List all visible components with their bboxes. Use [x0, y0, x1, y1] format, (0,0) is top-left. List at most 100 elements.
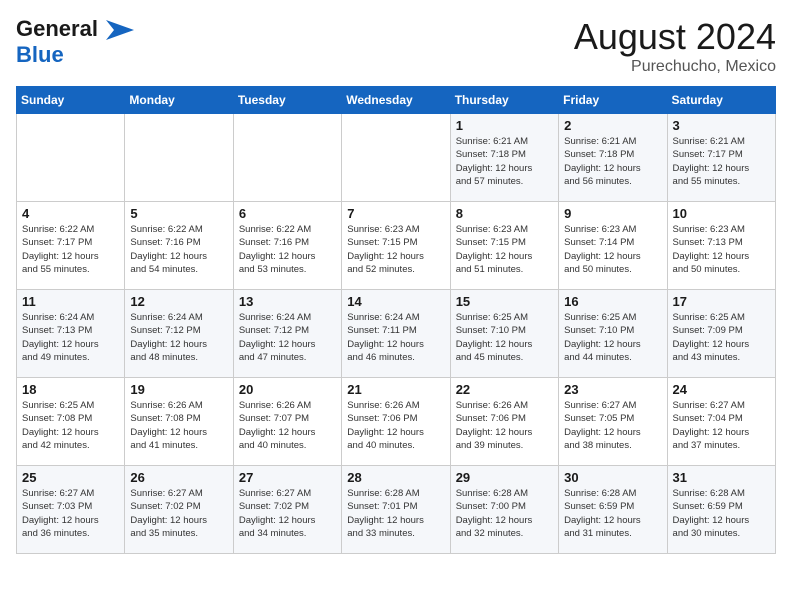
logo-arrow-icon: [106, 20, 134, 40]
calendar-cell: 28Sunrise: 6:28 AMSunset: 7:01 PMDayligh…: [342, 466, 450, 554]
day-number: 26: [130, 470, 227, 485]
calendar-cell: 10 Sunrise: 6:23 AMSunset: 7:13 PMDayligh…: [667, 202, 775, 290]
calendar-cell: 5 Sunrise: 6:22 AMSunset: 7:16 PMDaylight…: [125, 202, 233, 290]
day-number: 11: [22, 294, 119, 309]
day-detail: Sunrise: 6:25 AMSunset: 7:10 PMDaylight:…: [564, 311, 661, 364]
day-number: 7: [347, 206, 444, 221]
calendar-cell: 6Sunrise: 6:22 AMSunset: 7:16 PMDaylight…: [233, 202, 341, 290]
weekday-header-cell: Sunday: [17, 87, 125, 114]
calendar-cell: 11 Sunrise: 6:24 AMSunset: 7:13 PMDayligh…: [17, 290, 125, 378]
calendar-cell: 26 Sunrise: 6:27 AMSunset: 7:02 PMDayligh…: [125, 466, 233, 554]
day-number: 17: [673, 294, 770, 309]
day-detail: Sunrise: 6:24 AMSunset: 7:12 PMDaylight:…: [239, 311, 336, 364]
day-detail: Sunrise: 6:26 AMSunset: 7:07 PMDaylight:…: [239, 399, 336, 452]
calendar-cell: 22 Sunrise: 6:26 AMSunset: 7:06 PMDayligh…: [450, 378, 558, 466]
logo-text: General: [16, 16, 134, 42]
weekday-header-row: SundayMondayTuesdayWednesdayThursdayFrid…: [17, 87, 776, 114]
day-number: 4: [22, 206, 119, 221]
day-number: 3: [673, 118, 770, 133]
weekday-header-cell: Thursday: [450, 87, 558, 114]
calendar-cell: 31 Sunrise: 6:28 AMSunset: 6:59 PMDayligh…: [667, 466, 775, 554]
day-detail: Sunrise: 6:25 AMSunset: 7:10 PMDaylight:…: [456, 311, 553, 364]
weekday-header-cell: Wednesday: [342, 87, 450, 114]
weekday-header-cell: Saturday: [667, 87, 775, 114]
calendar-cell: 15 Sunrise: 6:25 AMSunset: 7:10 PMDayligh…: [450, 290, 558, 378]
calendar-cell: 3 Sunrise: 6:21 AMSunset: 7:17 PMDaylight…: [667, 114, 775, 202]
calendar-table: SundayMondayTuesdayWednesdayThursdayFrid…: [16, 86, 776, 554]
calendar-cell: 1Sunrise: 6:21 AMSunset: 7:18 PMDaylight…: [450, 114, 558, 202]
day-number: 30: [564, 470, 661, 485]
day-detail: Sunrise: 6:26 AMSunset: 7:06 PMDaylight:…: [347, 399, 444, 452]
logo-blue: Blue: [16, 42, 64, 67]
day-detail: Sunrise: 6:27 AMSunset: 7:04 PMDaylight:…: [673, 399, 770, 452]
calendar-week-row: 18Sunrise: 6:25 AMSunset: 7:08 PMDayligh…: [17, 378, 776, 466]
day-number: 9: [564, 206, 661, 221]
calendar-cell: [233, 114, 341, 202]
weekday-header-cell: Friday: [559, 87, 667, 114]
day-number: 24: [673, 382, 770, 397]
day-detail: Sunrise: 6:23 AMSunset: 7:15 PMDaylight:…: [456, 223, 553, 276]
calendar-cell: 14 Sunrise: 6:24 AMSunset: 7:11 PMDayligh…: [342, 290, 450, 378]
day-number: 23: [564, 382, 661, 397]
calendar-body: 1Sunrise: 6:21 AMSunset: 7:18 PMDaylight…: [17, 114, 776, 554]
calendar-cell: 12 Sunrise: 6:24 AMSunset: 7:12 PMDayligh…: [125, 290, 233, 378]
calendar-title-block: August 2024 Purechucho, Mexico: [574, 16, 776, 76]
day-number: 5: [130, 206, 227, 221]
day-number: 28: [347, 470, 444, 485]
day-detail: Sunrise: 6:28 AMSunset: 6:59 PMDaylight:…: [673, 487, 770, 540]
calendar-week-row: 1Sunrise: 6:21 AMSunset: 7:18 PMDaylight…: [17, 114, 776, 202]
day-number: 19: [130, 382, 227, 397]
calendar-cell: 21 Sunrise: 6:26 AMSunset: 7:06 PMDayligh…: [342, 378, 450, 466]
day-detail: Sunrise: 6:27 AMSunset: 7:02 PMDaylight:…: [239, 487, 336, 540]
day-detail: Sunrise: 6:24 AMSunset: 7:11 PMDaylight:…: [347, 311, 444, 364]
calendar-cell: 8Sunrise: 6:23 AMSunset: 7:15 PMDaylight…: [450, 202, 558, 290]
calendar-cell: 2Sunrise: 6:21 AMSunset: 7:18 PMDaylight…: [559, 114, 667, 202]
day-number: 21: [347, 382, 444, 397]
calendar-cell: 7Sunrise: 6:23 AMSunset: 7:15 PMDaylight…: [342, 202, 450, 290]
day-number: 13: [239, 294, 336, 309]
calendar-week-row: 11 Sunrise: 6:24 AMSunset: 7:13 PMDayligh…: [17, 290, 776, 378]
day-detail: Sunrise: 6:23 AMSunset: 7:13 PMDaylight:…: [673, 223, 770, 276]
calendar-week-row: 25Sunrise: 6:27 AMSunset: 7:03 PMDayligh…: [17, 466, 776, 554]
calendar-week-row: 4 Sunrise: 6:22 AMSunset: 7:17 PMDaylight…: [17, 202, 776, 290]
day-number: 15: [456, 294, 553, 309]
day-number: 22: [456, 382, 553, 397]
day-number: 10: [673, 206, 770, 221]
day-detail: Sunrise: 6:22 AMSunset: 7:16 PMDaylight:…: [130, 223, 227, 276]
day-number: 16: [564, 294, 661, 309]
calendar-cell: 30 Sunrise: 6:28 AMSunset: 6:59 PMDayligh…: [559, 466, 667, 554]
day-detail: Sunrise: 6:24 AMSunset: 7:13 PMDaylight:…: [22, 311, 119, 364]
day-detail: Sunrise: 6:23 AMSunset: 7:14 PMDaylight:…: [564, 223, 661, 276]
calendar-cell: 17Sunrise: 6:25 AMSunset: 7:09 PMDayligh…: [667, 290, 775, 378]
day-detail: Sunrise: 6:24 AMSunset: 7:12 PMDaylight:…: [130, 311, 227, 364]
day-detail: Sunrise: 6:22 AMSunset: 7:17 PMDaylight:…: [22, 223, 119, 276]
day-number: 12: [130, 294, 227, 309]
day-number: 14: [347, 294, 444, 309]
day-detail: Sunrise: 6:21 AMSunset: 7:18 PMDaylight:…: [564, 135, 661, 188]
calendar-cell: [125, 114, 233, 202]
location-subtitle: Purechucho, Mexico: [574, 58, 776, 76]
calendar-cell: 25Sunrise: 6:27 AMSunset: 7:03 PMDayligh…: [17, 466, 125, 554]
calendar-cell: 13 Sunrise: 6:24 AMSunset: 7:12 PMDayligh…: [233, 290, 341, 378]
day-detail: Sunrise: 6:27 AMSunset: 7:02 PMDaylight:…: [130, 487, 227, 540]
weekday-header-cell: Tuesday: [233, 87, 341, 114]
calendar-cell: 24 Sunrise: 6:27 AMSunset: 7:04 PMDayligh…: [667, 378, 775, 466]
calendar-cell: 20 Sunrise: 6:26 AMSunset: 7:07 PMDayligh…: [233, 378, 341, 466]
day-detail: Sunrise: 6:26 AMSunset: 7:06 PMDaylight:…: [456, 399, 553, 452]
calendar-cell: 23 Sunrise: 6:27 AMSunset: 7:05 PMDayligh…: [559, 378, 667, 466]
day-detail: Sunrise: 6:27 AMSunset: 7:03 PMDaylight:…: [22, 487, 119, 540]
page-header: General Blue August 2024 Purechucho, Mex…: [16, 16, 776, 76]
day-number: 20: [239, 382, 336, 397]
weekday-header-cell: Monday: [125, 87, 233, 114]
day-detail: Sunrise: 6:28 AMSunset: 6:59 PMDaylight:…: [564, 487, 661, 540]
calendar-cell: [17, 114, 125, 202]
calendar-cell: 4 Sunrise: 6:22 AMSunset: 7:17 PMDaylight…: [17, 202, 125, 290]
day-number: 31: [673, 470, 770, 485]
day-detail: Sunrise: 6:21 AMSunset: 7:17 PMDaylight:…: [673, 135, 770, 188]
day-detail: Sunrise: 6:26 AMSunset: 7:08 PMDaylight:…: [130, 399, 227, 452]
calendar-cell: 9 Sunrise: 6:23 AMSunset: 7:14 PMDaylight…: [559, 202, 667, 290]
day-number: 6: [239, 206, 336, 221]
day-number: 27: [239, 470, 336, 485]
day-detail: Sunrise: 6:27 AMSunset: 7:05 PMDaylight:…: [564, 399, 661, 452]
day-detail: Sunrise: 6:21 AMSunset: 7:18 PMDaylight:…: [456, 135, 553, 188]
